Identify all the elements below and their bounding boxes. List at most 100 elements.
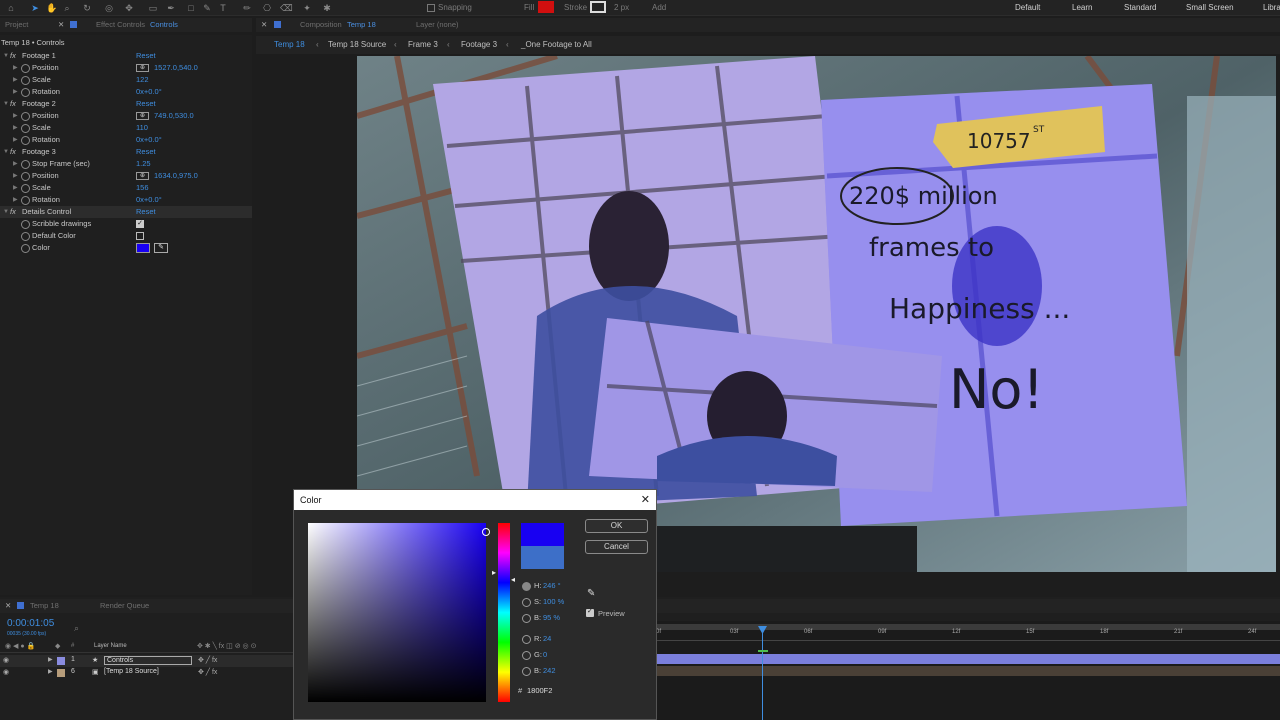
chevron-right-icon[interactable]: ▶ xyxy=(48,656,53,663)
cancel-button[interactable]: Cancel xyxy=(585,540,648,554)
effect-reset-link[interactable]: Reset xyxy=(136,98,156,110)
eye-icon[interactable]: ◉ xyxy=(3,668,9,676)
breadcrumb-4[interactable]: Footage 3 xyxy=(461,40,497,49)
stopwatch-icon[interactable] xyxy=(21,220,30,229)
brush-tool-icon[interactable]: ✏ xyxy=(242,3,252,13)
timeline-layer-row[interactable]: ◉ ▶ 1 ★ Controls ✥ ╱ fx xyxy=(0,655,295,667)
stopwatch-icon[interactable] xyxy=(21,172,30,181)
workspace-small-screen[interactable]: Small Screen xyxy=(1186,3,1234,12)
crosshair-icon[interactable]: ⊕ xyxy=(136,172,149,180)
stopwatch-icon[interactable] xyxy=(21,244,30,253)
stopwatch-icon[interactable] xyxy=(21,112,30,121)
hue-slider[interactable] xyxy=(498,523,510,702)
camera-tool-icon[interactable]: ◎ xyxy=(104,3,114,13)
puppet-tool-icon[interactable]: ✱ xyxy=(322,3,332,13)
chevron-right-icon[interactable]: ▶ xyxy=(13,170,18,182)
roto-tool-icon[interactable]: ✦ xyxy=(302,3,312,13)
tab-effect-controls[interactable]: Effect Controls xyxy=(96,20,145,29)
color-mode-radio[interactable] xyxy=(522,635,531,644)
color-field[interactable] xyxy=(308,523,486,702)
chevron-down-icon[interactable]: ▼ xyxy=(3,50,9,62)
tab-render-queue[interactable]: Render Queue xyxy=(100,601,149,610)
tab-composition[interactable]: Composition xyxy=(300,20,342,29)
effect-reset-link[interactable]: Reset xyxy=(136,206,156,218)
color-mode-radio[interactable] xyxy=(522,598,531,607)
breadcrumb-1[interactable]: Temp 18 xyxy=(274,40,305,49)
chevron-right-icon[interactable]: ▶ xyxy=(48,668,53,675)
color-field-value[interactable]: 95 % xyxy=(543,613,560,622)
effect-property-value[interactable]: 1634.0,975.0 xyxy=(154,170,198,182)
chevron-right-icon[interactable]: ▶ xyxy=(13,134,18,146)
color-field-value[interactable]: 100 % xyxy=(543,597,564,606)
chevron-down-icon[interactable]: ▼ xyxy=(3,98,9,110)
workspace-default[interactable]: Default xyxy=(1015,3,1040,12)
chevron-right-icon[interactable]: ▶ xyxy=(13,74,18,86)
workspace-standard[interactable]: Standard xyxy=(1124,3,1156,12)
color-mode-radio[interactable] xyxy=(522,582,531,591)
eraser-tool-icon[interactable]: ⌫ xyxy=(280,3,293,13)
layer-label-color[interactable] xyxy=(57,657,65,665)
effect-property-value[interactable]: 156 xyxy=(136,182,149,194)
color-mode-radio[interactable] xyxy=(522,651,531,660)
layer-bar-controls[interactable] xyxy=(657,654,1280,664)
fill-color-swatch[interactable] xyxy=(538,1,554,13)
search-icon[interactable]: ⌕ xyxy=(74,623,79,634)
hue-slider-right-arrow[interactable]: ◂ xyxy=(511,575,515,584)
hue-slider-left-arrow[interactable]: ▸ xyxy=(492,568,496,577)
effect-group-3[interactable]: ▼ fx Footage 3 Reset xyxy=(0,146,252,158)
chevron-down-icon[interactable]: ▼ xyxy=(3,206,9,218)
stopwatch-icon[interactable] xyxy=(21,136,30,145)
stopwatch-icon[interactable] xyxy=(21,88,30,97)
close-icon[interactable]: ✕ xyxy=(641,490,650,510)
effect-group-1[interactable]: ▼ fx Footage 1 Reset xyxy=(0,50,252,62)
effect-property-value[interactable]: 0x+0.0° xyxy=(136,194,162,206)
effect-property-value[interactable]: 110 xyxy=(136,122,148,134)
stopwatch-icon[interactable] xyxy=(21,184,30,193)
ok-button[interactable]: OK xyxy=(585,519,648,533)
tab-project[interactable]: Project xyxy=(5,20,28,29)
playhead[interactable] xyxy=(762,629,763,720)
color-mode-radio[interactable] xyxy=(522,614,531,623)
color-mode-radio[interactable] xyxy=(522,667,531,676)
color-field-value[interactable]: 24 xyxy=(543,634,551,643)
layer-label-color[interactable] xyxy=(57,669,65,677)
chevron-right-icon[interactable]: ▶ xyxy=(13,86,18,98)
effect-reset-link[interactable]: Reset xyxy=(136,50,156,62)
breadcrumb-5[interactable]: _One Footage to All xyxy=(521,40,592,49)
hex-input[interactable]: 1800F2 xyxy=(527,686,552,695)
layer-bar-source[interactable] xyxy=(657,666,1280,676)
color-field-value[interactable]: 242 xyxy=(543,666,556,675)
home-icon[interactable]: ⌂ xyxy=(6,3,16,13)
chevron-right-icon[interactable]: ▶ xyxy=(13,62,18,74)
color-field-value[interactable]: 0 xyxy=(543,650,547,659)
layer-name[interactable]: Controls xyxy=(104,656,192,665)
chevron-right-icon[interactable]: ▶ xyxy=(13,122,18,134)
snapping-checkbox[interactable] xyxy=(427,4,435,12)
tab-timeline-comp[interactable]: Temp 18 xyxy=(30,601,59,610)
chevron-right-icon[interactable]: ▶ xyxy=(13,158,18,170)
timeline-layer-row[interactable]: ◉ ▶ 6 ▣ [Temp 18 Source] ✥ ╱ fx xyxy=(0,667,295,679)
layer-switches-icon[interactable]: ✥ ╱ fx xyxy=(198,668,217,676)
stopwatch-icon[interactable] xyxy=(21,160,30,169)
stroke-width[interactable]: 2 px xyxy=(614,3,629,12)
hand-tool-icon[interactable]: ✋ xyxy=(46,3,57,13)
workspace-learn[interactable]: Learn xyxy=(1072,3,1092,12)
crosshair-icon[interactable]: ⊕ xyxy=(136,112,149,120)
tab-composition-name[interactable]: Temp 18 xyxy=(347,20,376,29)
time-ruler[interactable]: 0f03f06f09f12f15f18f21f24f27f xyxy=(656,627,1280,641)
effect-group-2[interactable]: ▼ fx Footage 2 Reset xyxy=(0,98,252,110)
layer-switches-icon[interactable]: ✥ ╱ fx xyxy=(198,656,217,664)
effect-property-value[interactable]: 0x+0.0° xyxy=(136,134,162,146)
effect-reset-link[interactable]: Reset xyxy=(136,146,156,158)
current-time[interactable]: 0:00:01:05 xyxy=(7,618,54,629)
stopwatch-icon[interactable] xyxy=(21,124,30,133)
layer-name[interactable]: [Temp 18 Source] xyxy=(104,668,159,675)
pen-tool-icon[interactable]: ✒ xyxy=(166,3,176,13)
eyedropper-icon[interactable]: ✎ xyxy=(154,243,168,253)
color-swatch[interactable] xyxy=(136,243,150,253)
color-field-value[interactable]: 246 ° xyxy=(543,581,561,590)
current-color-swatch[interactable] xyxy=(521,546,564,569)
tab-layer[interactable]: Layer (none) xyxy=(416,20,459,29)
effect-property-value[interactable]: 1527.0,540.0 xyxy=(154,62,198,74)
effect-group-4[interactable]: ▼ fx Details Control Reset xyxy=(0,206,252,218)
